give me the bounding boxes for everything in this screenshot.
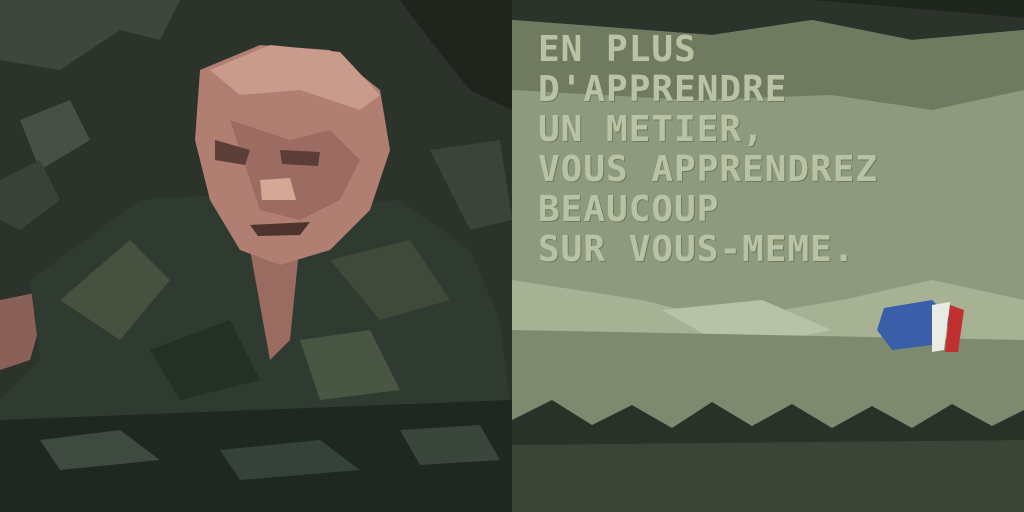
slogan-line: UN METIER, — [538, 109, 765, 150]
tricolor-emblem-icon — [877, 300, 964, 352]
slogan-line: D'APPRENDRE — [538, 69, 788, 110]
slogan-headline: EN PLUS D'APPRENDRE UN METIER, VOUS APPR… — [538, 30, 1008, 270]
slogan-line: VOUS APPRENDREZ — [538, 149, 879, 190]
slogan-line: BEAUCOUP — [538, 189, 720, 230]
soldier-photo — [0, 0, 512, 512]
slogan-line: SUR VOUS-MEME. — [538, 229, 856, 270]
recruitment-poster: EN PLUS D'APPRENDRE UN METIER, VOUS APPR… — [0, 0, 1024, 512]
slogan-panel: EN PLUS D'APPRENDRE UN METIER, VOUS APPR… — [512, 0, 1024, 512]
slogan-line: EN PLUS — [538, 29, 697, 70]
